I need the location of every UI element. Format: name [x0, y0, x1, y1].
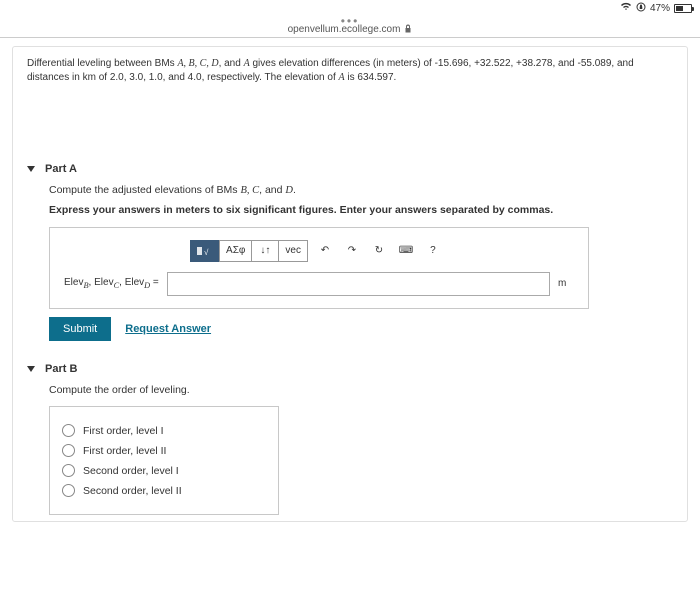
keyboard-button[interactable]: ⌨: [392, 240, 420, 262]
part-b-prompt: Compute the order of leveling.: [49, 383, 673, 399]
help-button[interactable]: ?: [419, 240, 447, 262]
radio-label: First order, level II: [83, 445, 166, 457]
radio-icon[interactable]: [62, 424, 75, 437]
radio-option[interactable]: First order, level II: [62, 444, 266, 457]
battery-icon: [674, 4, 692, 13]
problem-statement-card: Differential leveling between BMs A, B, …: [12, 46, 688, 522]
radio-label: Second order, level II: [83, 485, 182, 497]
part-a-instruction-2: Express your answers in meters to six si…: [49, 203, 673, 219]
vec-button[interactable]: vec: [278, 240, 308, 262]
part-b-header[interactable]: Part B: [27, 363, 673, 375]
radio-icon[interactable]: [62, 444, 75, 457]
lock-icon: [404, 24, 412, 36]
radio-options-box: First order, level I First order, level …: [49, 406, 279, 515]
problem-text: Differential leveling between BMs A, B, …: [27, 57, 673, 85]
battery-percent: 47%: [650, 3, 670, 14]
unit-label: m: [558, 278, 574, 289]
part-a-header[interactable]: Part A: [27, 163, 673, 175]
undo-button[interactable]: ↶: [311, 240, 339, 262]
reset-button[interactable]: ↻: [365, 240, 393, 262]
greek-button[interactable]: ΑΣφ: [219, 240, 252, 262]
answer-box: √ ΑΣφ ↓↑ vec ↶ ↷ ↻ ⌨ ? ElevB, ElevC, Ele…: [49, 227, 589, 309]
caret-down-icon: [27, 166, 35, 172]
part-b-title: Part B: [45, 363, 77, 375]
browser-url-bar[interactable]: ••• openvellum.ecollege.com: [0, 16, 700, 38]
url-text: openvellum.ecollege.com: [288, 24, 401, 35]
part-a-title: Part A: [45, 163, 77, 175]
radio-label: First order, level I: [83, 425, 164, 437]
answer-input[interactable]: [167, 272, 550, 296]
orientation-lock-icon: [636, 2, 646, 15]
radio-option[interactable]: Second order, level I: [62, 464, 266, 477]
svg-text:√: √: [204, 248, 209, 257]
wifi-icon: [620, 2, 632, 14]
redo-button[interactable]: ↷: [338, 240, 366, 262]
radio-option[interactable]: Second order, level II: [62, 484, 266, 497]
subscript-button[interactable]: ↓↑: [251, 240, 279, 262]
submit-button[interactable]: Submit: [49, 317, 111, 341]
answer-label: ElevB, ElevC, ElevD =: [64, 277, 159, 290]
part-a-instruction-1: Compute the adjusted elevations of BMs B…: [49, 183, 673, 199]
equation-toolbar: √ ΑΣφ ↓↑ vec ↶ ↷ ↻ ⌨ ?: [64, 240, 574, 262]
request-answer-link[interactable]: Request Answer: [125, 323, 211, 335]
radio-option[interactable]: First order, level I: [62, 424, 266, 437]
templates-button[interactable]: √: [190, 240, 220, 262]
radio-label: Second order, level I: [83, 465, 179, 477]
radio-icon[interactable]: [62, 484, 75, 497]
caret-down-icon: [27, 366, 35, 372]
radio-icon[interactable]: [62, 464, 75, 477]
